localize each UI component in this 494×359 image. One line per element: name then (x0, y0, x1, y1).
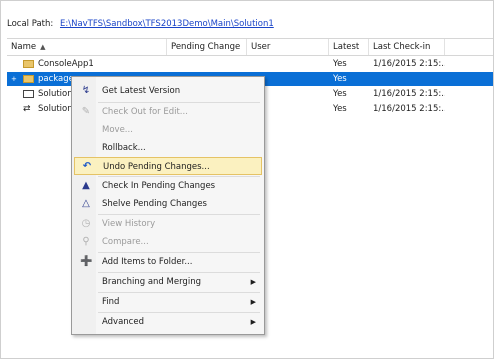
menu-item-label: Add Items to Folder... (102, 257, 193, 267)
row-latest: Yes (333, 74, 347, 84)
compare-icon: ⚲ (82, 236, 90, 247)
menu-item-add-items-to-folder[interactable]: ➕ Add Items to Folder... (74, 253, 262, 271)
solution-file-icon (23, 90, 34, 98)
row-name: ConsoleApp1 (38, 59, 94, 69)
column-header-user[interactable]: User (247, 39, 329, 55)
menu-item-move[interactable]: Move... (74, 121, 262, 139)
menu-item-label: Undo Pending Changes... (103, 162, 210, 172)
menu-item-shelve-pending-changes[interactable]: △ Shelve Pending Changes (74, 195, 262, 213)
menu-item-label: Rollback... (102, 143, 146, 153)
row-last-check-in: 1/16/2015 2:15:... (373, 59, 445, 69)
menu-item-undo-pending-changes[interactable]: ↶ Undo Pending Changes... (74, 157, 262, 175)
menu-item-label: Advanced (102, 317, 144, 327)
source-control-explorer: Local Path: E:\NavTFS\Sandbox\TFS2013Dem… (0, 0, 494, 359)
column-header-name-label: Name (11, 42, 37, 52)
menu-item-label: Get Latest Version (102, 86, 181, 96)
context-menu: ↯ Get Latest Version ✎ Check Out for Edi… (71, 76, 265, 335)
menu-item-label: Branching and Merging (102, 277, 201, 287)
get-latest-icon: ↯ (81, 85, 91, 96)
submenu-arrow-icon: ▶ (250, 298, 256, 306)
menu-item-check-in-pending-changes[interactable]: ▲ Check In Pending Changes (74, 177, 262, 195)
pending-add-icon: + (11, 75, 17, 83)
row-name: Solution (38, 89, 73, 99)
menu-item-advanced[interactable]: Advanced ▶ (74, 313, 262, 331)
row-latest: Yes (333, 104, 347, 114)
column-header-pending-change[interactable]: Pending Change (167, 39, 247, 55)
local-path-label: Local Path: (7, 19, 54, 29)
menu-item-compare[interactable]: ⚲ Compare... (74, 233, 262, 251)
column-header-latest[interactable]: Latest (329, 39, 369, 55)
add-items-icon: ➕ (80, 256, 93, 267)
check-in-icon: ▲ (82, 180, 90, 191)
column-header-row: Name ▲ Pending Change User Latest Last Ch… (7, 38, 493, 56)
menu-item-label: Move... (102, 125, 133, 135)
check-out-icon: ✎ (81, 106, 91, 117)
row-last-check-in: 1/16/2015 2:15:... (373, 104, 445, 114)
menu-item-check-out-for-edit[interactable]: ✎ Check Out for Edit... (74, 103, 262, 121)
local-path-link[interactable]: E:\NavTFS\Sandbox\TFS2013Demo\Main\Solut… (60, 19, 274, 29)
menu-item-rollback[interactable]: Rollback... (74, 139, 262, 157)
menu-item-view-history[interactable]: ◷ View History (74, 215, 262, 233)
column-header-last-check-in[interactable]: Last Check-in (369, 39, 445, 55)
column-header-name[interactable]: Name ▲ (7, 39, 167, 55)
menu-item-label: Check In Pending Changes (102, 181, 216, 191)
row-latest: Yes (333, 89, 347, 99)
table-row[interactable]: ConsoleApp1 Yes 1/16/2015 2:15:... (7, 57, 493, 71)
sort-ascending-icon: ▲ (40, 43, 46, 51)
menu-item-label: Shelve Pending Changes (102, 199, 207, 209)
menu-item-branching-and-merging[interactable]: Branching and Merging ▶ (74, 273, 262, 291)
folder-icon (23, 60, 34, 68)
row-latest: Yes (333, 59, 347, 69)
menu-item-label: View History (102, 219, 156, 229)
menu-item-label: Compare... (102, 237, 149, 247)
row-last-check-in: 1/16/2015 2:15:... (373, 89, 445, 99)
shelve-icon: △ (82, 198, 90, 209)
menu-item-find[interactable]: Find ▶ (74, 293, 262, 311)
local-path-bar: Local Path: E:\NavTFS\Sandbox\TFS2013Dem… (7, 19, 274, 31)
source-control-binding-icon: ⇄ (23, 104, 31, 114)
row-name: Solution (38, 104, 73, 114)
menu-item-label: Find (102, 297, 120, 307)
menu-item-get-latest-version[interactable]: ↯ Get Latest Version (74, 82, 262, 100)
undo-icon: ↶ (82, 161, 92, 172)
submenu-arrow-icon: ▶ (250, 318, 256, 326)
menu-item-label: Check Out for Edit... (102, 107, 188, 117)
submenu-arrow-icon: ▶ (250, 278, 256, 286)
folder-icon (23, 75, 34, 83)
history-icon: ◷ (81, 218, 91, 229)
